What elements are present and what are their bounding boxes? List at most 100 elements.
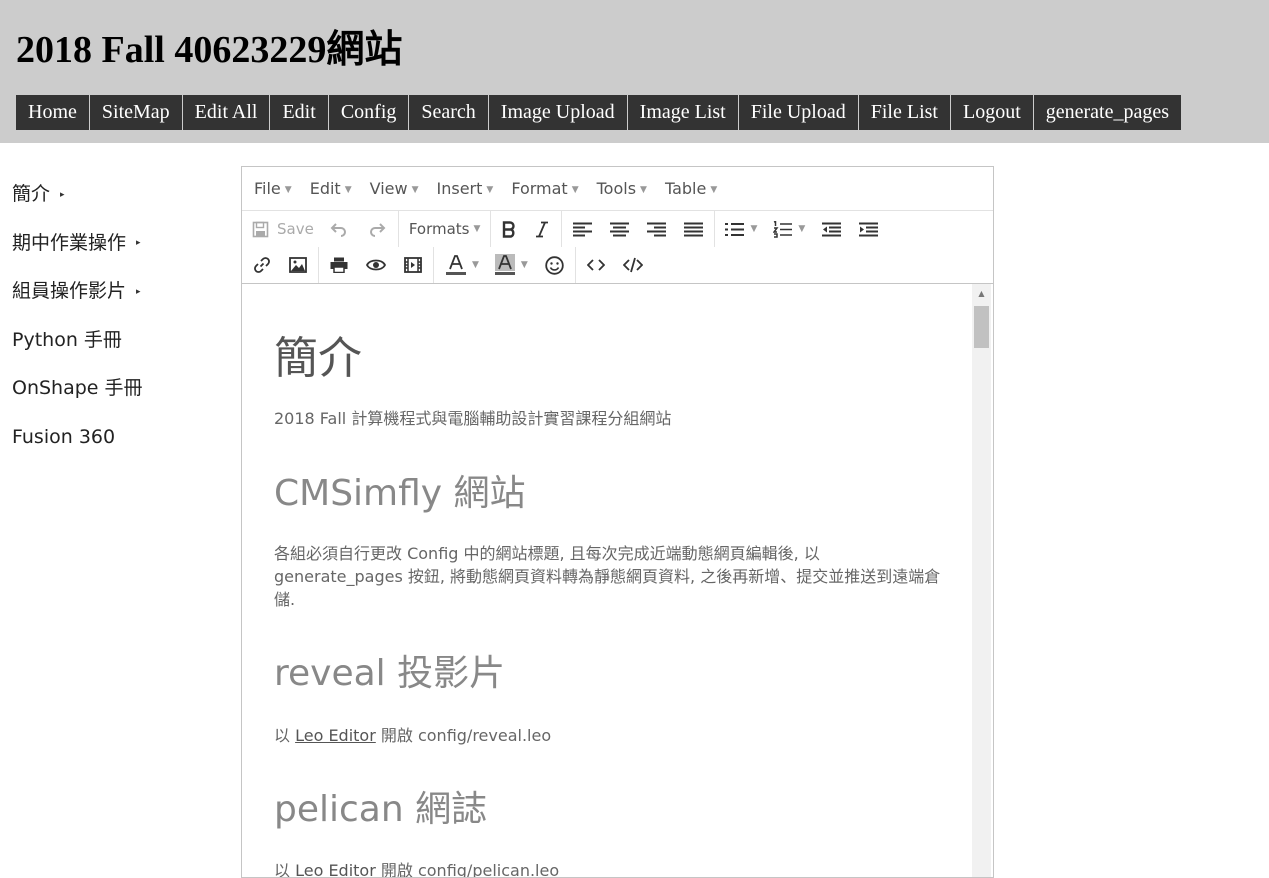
heading-pelican: pelican 網誌 — [274, 789, 488, 830]
nav-home[interactable]: Home — [16, 95, 90, 130]
bold-icon — [503, 220, 516, 238]
nav-edit[interactable]: Edit — [270, 95, 329, 130]
redo-button[interactable] — [358, 215, 396, 243]
nav-logout[interactable]: Logout — [950, 95, 1034, 130]
sidebar-item-intro[interactable]: 簡介 ▸ — [12, 170, 143, 219]
text-color-button[interactable]: ▼ — [436, 251, 487, 279]
nav-image-upload[interactable]: Image Upload — [488, 95, 628, 130]
source-code-icon — [622, 257, 643, 273]
sidebar-item-python[interactable]: Python 手冊 — [12, 316, 143, 365]
caret-right-icon: ▸ — [136, 238, 141, 248]
print-button[interactable] — [321, 251, 357, 279]
align-left-button[interactable] — [564, 215, 601, 243]
editor-menubar: File ▼ Edit ▼ View ▼ Insert ▼ Format ▼ Tools ▼… — [242, 167, 993, 211]
menu-format[interactable]: Format ▼ — [502, 179, 587, 198]
background-color-icon — [494, 254, 515, 275]
sidebar-item-fusion[interactable]: Fusion 360 — [12, 413, 143, 462]
bullet-list-button[interactable]: ▼ — [717, 215, 765, 243]
scrollbar-thumb[interactable] — [974, 306, 989, 348]
undo-button[interactable] — [320, 215, 358, 243]
top-nav: Home SiteMap Edit All Edit Config Search… — [16, 95, 1182, 130]
menu-view[interactable]: View ▼ — [361, 179, 428, 198]
align-center-icon — [610, 222, 630, 236]
preview-button[interactable] — [357, 251, 395, 279]
rich-text-editor: File ▼ Edit ▼ View ▼ Insert ▼ Format ▼ Tools ▼… — [241, 166, 994, 878]
sidebar-item-member-videos[interactable]: 組員操作影片 ▸ — [12, 267, 143, 316]
sidebar-item-label: Python 手冊 — [12, 328, 122, 351]
sidebar: 簡介 ▸ 期中作業操作 ▸ 組員操作影片 ▸ Python 手冊 OnShape 手冊… — [12, 170, 143, 461]
image-icon — [289, 257, 307, 273]
dropdown-arrow-icon: ▼ — [520, 260, 528, 270]
align-center-button[interactable] — [601, 215, 638, 243]
caret-right-icon: ▸ — [60, 189, 65, 200]
sidebar-item-label: Fusion 360 — [12, 425, 116, 448]
nav-generate-pages[interactable]: generate_pages — [1033, 95, 1182, 130]
dropdown-arrow-icon: ▼ — [710, 184, 718, 195]
menu-tools[interactable]: Tools ▼ — [588, 179, 656, 198]
code-sample-button[interactable] — [578, 251, 614, 279]
sidebar-item-label: 期中作業操作 — [12, 231, 127, 254]
nav-image-list[interactable]: Image List — [627, 95, 739, 130]
link-icon — [254, 257, 270, 273]
nav-sitemap[interactable]: SiteMap — [89, 95, 183, 130]
redo-icon — [369, 223, 386, 237]
nav-config[interactable]: Config — [328, 95, 410, 130]
outdent-button[interactable] — [813, 215, 850, 243]
pelican-paragraph: 以 Leo Editor 開啟 config/pelican.leo — [274, 861, 560, 878]
align-right-button[interactable] — [638, 215, 675, 243]
media-icon — [404, 257, 422, 273]
nav-search[interactable]: Search — [409, 95, 489, 130]
background-color-button[interactable]: ▼ — [487, 251, 536, 279]
numbered-list-button[interactable]: ▼ — [765, 215, 813, 243]
site-title: 2018 Fall 40623229網站 — [16, 29, 403, 71]
emoticons-button[interactable] — [536, 251, 573, 279]
emoticons-icon — [545, 255, 564, 275]
bold-button[interactable] — [493, 215, 525, 243]
print-icon — [330, 257, 348, 273]
insert-media-button[interactable] — [395, 251, 431, 279]
dropdown-arrow-icon: ▼ — [571, 184, 579, 195]
editor-content-area[interactable]: 簡介 2018 Fall 計算機程式與電腦輔助設計實習課程分組網站 CMSimf… — [242, 284, 993, 877]
align-left-icon — [573, 222, 593, 236]
menu-insert[interactable]: Insert ▼ — [428, 179, 503, 198]
editor-scrollbar[interactable]: ▲ — [972, 284, 991, 877]
menu-file[interactable]: File ▼ — [245, 179, 301, 198]
align-right-icon — [647, 222, 667, 236]
insert-link-button[interactable] — [242, 251, 280, 279]
scroll-up-arrow-icon[interactable]: ▲ — [972, 286, 991, 302]
leo-editor-link[interactable]: Leo Editor — [295, 861, 376, 877]
indent-button[interactable] — [850, 215, 887, 243]
editor-toolbar: Save Formats ▼ ▼ ▼ ▼ ▼ — [242, 211, 993, 284]
nav-file-list[interactable]: File List — [858, 95, 951, 130]
menu-table[interactable]: Table ▼ — [656, 179, 726, 198]
dropdown-arrow-icon: ▼ — [640, 184, 647, 195]
dropdown-arrow-icon: ▼ — [798, 224, 806, 234]
intro-paragraph: 2018 Fall 計算機程式與電腦輔助設計實習課程分組網站 — [274, 409, 672, 428]
bullet-list-icon — [725, 222, 745, 236]
reveal-paragraph: 以 Leo Editor 開啟 config/reveal.leo — [274, 726, 552, 745]
toolbar-divider — [490, 211, 492, 247]
sidebar-item-midterm[interactable]: 期中作業操作 ▸ — [12, 219, 143, 268]
source-code-button[interactable] — [614, 251, 652, 279]
toolbar-divider — [433, 247, 434, 283]
italic-button[interactable] — [525, 215, 559, 243]
heading-cmsimfly: CMSimfly 網站 — [274, 473, 526, 514]
cmsimfly-paragraph: 各組必須自行更改 Config 中的網站標題, 且每次完成近端動態網頁編輯後, … — [274, 544, 941, 609]
sidebar-item-onshape[interactable]: OnShape 手冊 — [12, 364, 143, 413]
leo-editor-link[interactable]: Leo Editor — [295, 726, 376, 745]
indent-icon — [859, 222, 879, 236]
toolbar-divider — [561, 211, 563, 247]
dropdown-arrow-icon: ▼ — [472, 260, 479, 270]
sidebar-item-label: OnShape 手冊 — [12, 377, 143, 399]
menu-edit[interactable]: Edit ▼ — [301, 179, 361, 198]
justify-button[interactable] — [675, 215, 712, 243]
insert-image-button[interactable] — [280, 251, 316, 279]
code-sample-icon — [586, 259, 605, 271]
nav-edit-all[interactable]: Edit All — [182, 95, 271, 130]
save-button[interactable]: Save — [242, 215, 320, 243]
formats-dropdown[interactable]: Formats ▼ — [401, 215, 489, 243]
italic-icon — [536, 221, 549, 237]
numbered-list-icon — [773, 220, 793, 238]
toolbar-divider — [714, 211, 716, 247]
nav-file-upload[interactable]: File Upload — [738, 95, 859, 130]
